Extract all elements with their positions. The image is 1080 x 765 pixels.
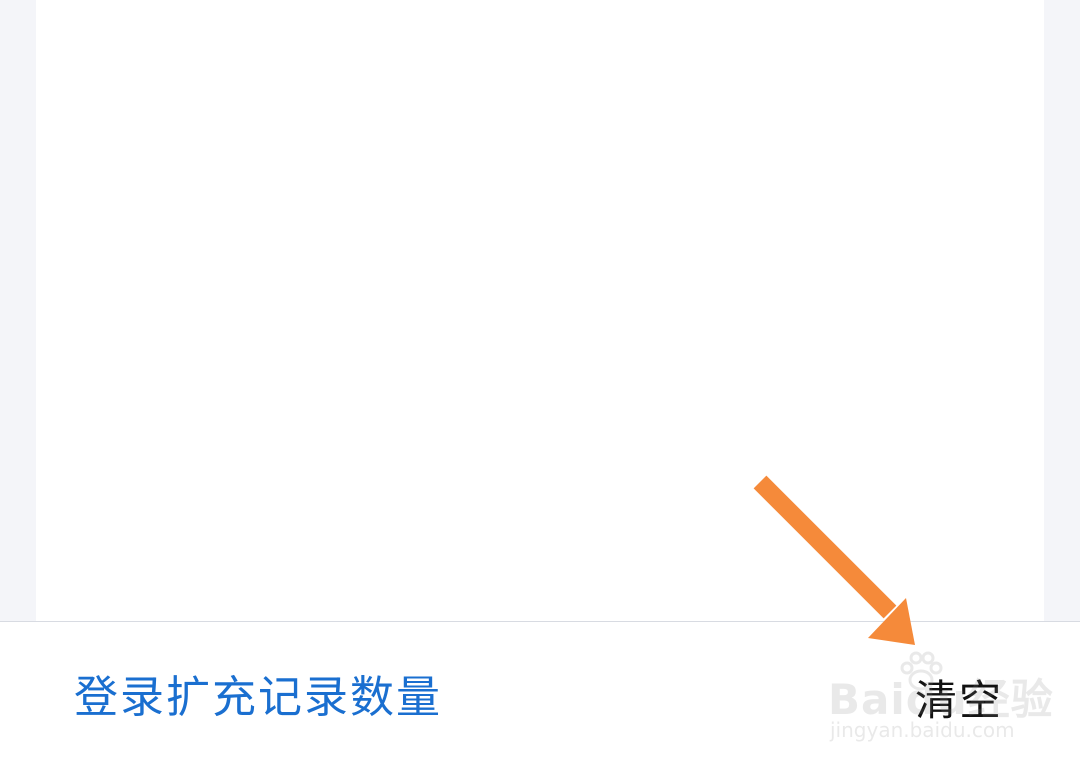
bottom-action-bar: 登录扩充记录数量 清空	[0, 621, 1080, 765]
login-expand-records-link[interactable]: 登录扩充记录数量	[74, 670, 442, 726]
history-list-empty	[36, 0, 1044, 621]
clear-button[interactable]: 清空	[915, 674, 1003, 728]
history-screen: 登录扩充记录数量 清空 Baidu经验 jingyan.baidu.com	[0, 0, 1080, 765]
